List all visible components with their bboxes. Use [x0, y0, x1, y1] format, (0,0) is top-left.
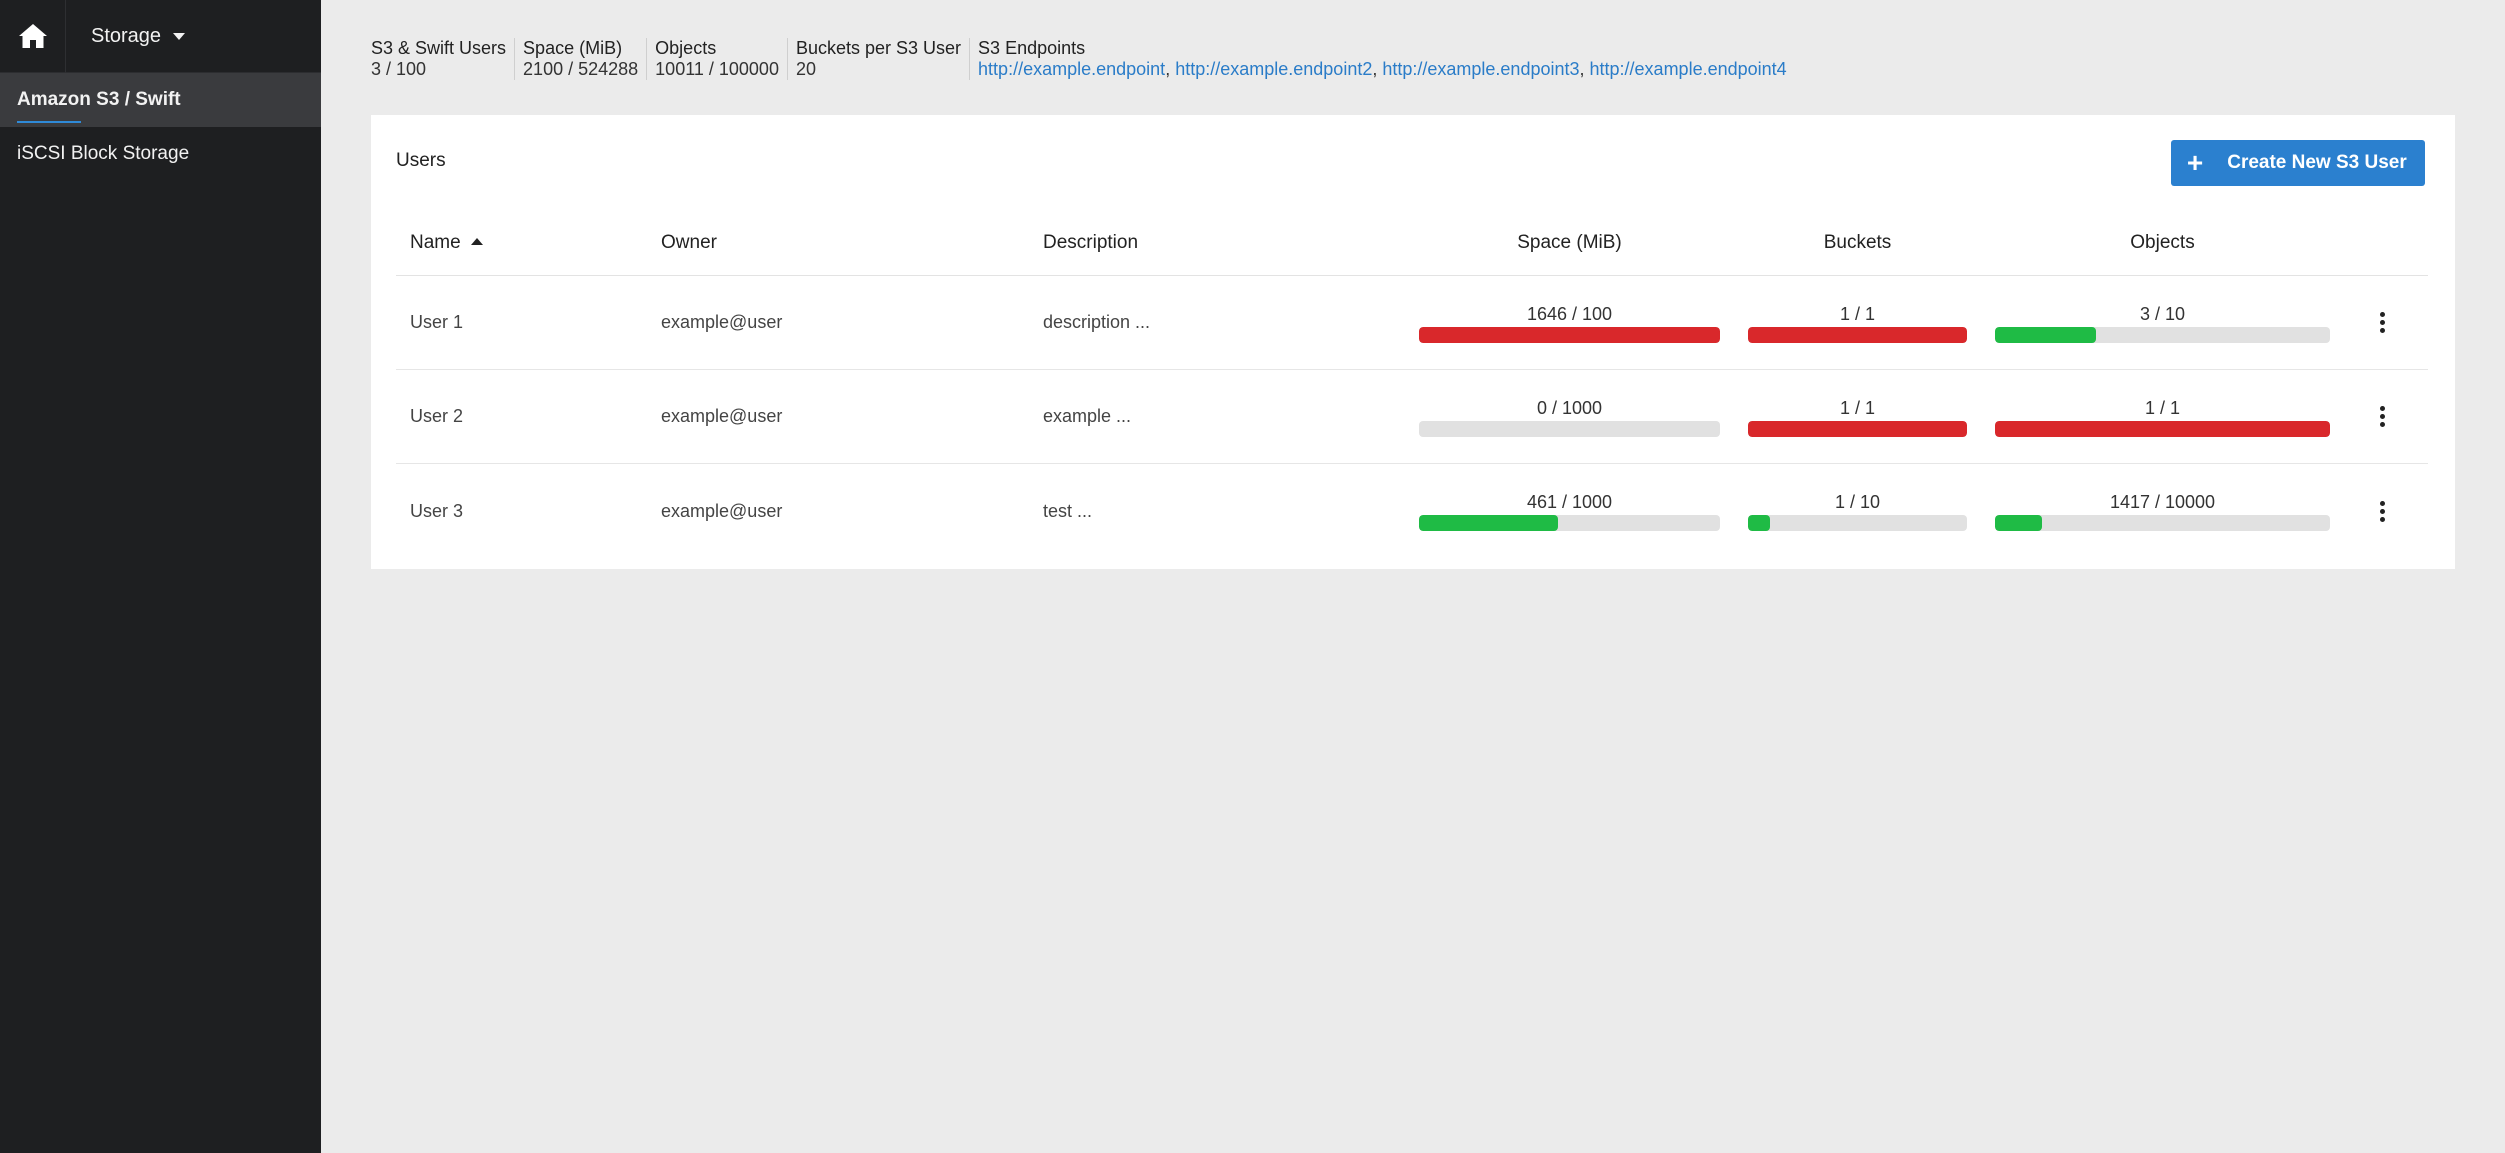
- stat-buckets-per-user: Buckets per S3 User 20: [786, 38, 969, 80]
- table-header: Name Owner Description Space (MiB) Bucke…: [396, 210, 2428, 276]
- endpoint-link[interactable]: http://example.endpoint3: [1382, 59, 1579, 79]
- stat-value: 2100 / 524288: [523, 59, 639, 79]
- usage-bar: [1419, 515, 1720, 531]
- cell-owner: example@user: [661, 406, 783, 426]
- endpoint-link[interactable]: http://example.endpoint2: [1175, 59, 1372, 79]
- endpoint-link[interactable]: http://example.endpoint4: [1590, 59, 1787, 79]
- stat-label: Space (MiB): [523, 38, 623, 58]
- usage-bar: [1748, 420, 1967, 437]
- users-table: Name Owner Description Space (MiB) Bucke…: [396, 210, 2428, 558]
- space-meter: 1646 / 100: [1419, 303, 1720, 343]
- row-actions-menu-icon[interactable]: [2372, 308, 2393, 337]
- create-s3-user-label: Create New S3 User: [2227, 152, 2407, 173]
- meter-label: 1 / 10: [1834, 492, 1881, 512]
- usage-bar-fill: [1748, 515, 1770, 531]
- table-row[interactable]: User 1 example@user description ... 1646…: [396, 276, 2428, 370]
- meter-label: 1417 / 10000: [2109, 492, 2216, 512]
- cell-name: User 3: [410, 500, 464, 521]
- objects-meter: 1417 / 10000: [1995, 491, 2330, 531]
- buckets-meter: 1 / 10: [1748, 491, 1967, 531]
- usage-bar: [1995, 326, 2330, 343]
- space-meter: 0 / 1000: [1419, 397, 1720, 437]
- usage-bar: [1748, 515, 1967, 531]
- usage-bar: [1419, 420, 1720, 437]
- usage-bar-fill: [1419, 326, 1720, 343]
- users-card: Users + Create New S3 User Name Owner De…: [371, 115, 2455, 569]
- endpoint-link[interactable]: http://example.endpoint: [978, 59, 1165, 79]
- meter-label: 0 / 1000: [1536, 397, 1603, 418]
- meter-label: 1 / 1: [1839, 303, 1876, 324]
- stat-value: 20: [795, 59, 816, 79]
- chevron-down-icon: [173, 32, 186, 40]
- row-actions-menu-icon[interactable]: [2372, 402, 2393, 431]
- objects-meter: 3 / 10: [1995, 303, 2330, 343]
- plus-icon: +: [2186, 147, 2204, 178]
- space-meter: 461 / 1000: [1419, 491, 1720, 531]
- meter-label: 1 / 1: [2144, 397, 2181, 418]
- buckets-meter: 1 / 1: [1748, 397, 1967, 437]
- card-title: Users: [396, 150, 446, 171]
- column-header-objects: Objects: [2130, 231, 2195, 253]
- home-icon: [18, 24, 47, 48]
- sidebar-item-label: Amazon S3 / Swift: [17, 89, 181, 110]
- cell-owner: example@user: [661, 312, 783, 332]
- cell-description: test ...: [1043, 500, 1093, 521]
- endpoint-links: http://example.endpoint, http://example.…: [978, 59, 1787, 79]
- meter-label: 1 / 1: [1839, 397, 1876, 418]
- usage-bar: [1419, 326, 1720, 343]
- cell-description: example ...: [1043, 406, 1132, 426]
- stat-space: Space (MiB) 2100 / 524288: [514, 38, 646, 80]
- sidebar-item-label: iSCSI Block Storage: [17, 143, 190, 164]
- cell-name: User 2: [410, 406, 464, 426]
- usage-bar-fill: [1995, 515, 2043, 531]
- sidebar-item-iscsi-block-storage[interactable]: iSCSI Block Storage: [0, 127, 321, 181]
- stat-label: Objects: [655, 38, 717, 58]
- usage-bar-fill: [1995, 420, 2330, 437]
- cell-name: User 1: [410, 312, 464, 332]
- stat-label: S3 Endpoints: [978, 38, 1086, 58]
- table-row[interactable]: User 2 example@user example ... 0 / 1000…: [396, 370, 2428, 464]
- usage-bar-fill: [1419, 515, 1558, 531]
- storage-dropdown-label: Storage: [91, 24, 162, 47]
- usage-bar-fill: [1748, 420, 1967, 437]
- table-row[interactable]: User 3 example@user test ... 461 / 1000 …: [396, 464, 2428, 558]
- column-header-buckets: Buckets: [1823, 231, 1892, 253]
- usage-bar: [1995, 420, 2330, 437]
- column-header-label: Name: [410, 231, 461, 253]
- stat-value: 10011 / 100000: [655, 59, 779, 79]
- stat-users: S3 & Swift Users 3 / 100: [371, 38, 514, 80]
- home-button[interactable]: [0, 0, 66, 73]
- column-header-owner: Owner: [661, 231, 717, 253]
- sort-ascending-icon: [470, 237, 483, 245]
- sidebar: Storage Amazon S3 / Swift iSCSI Block St…: [0, 0, 321, 1153]
- meter-label: 1646 / 100: [1526, 303, 1613, 324]
- usage-bar: [1995, 515, 2330, 531]
- storage-dropdown[interactable]: Storage: [66, 24, 186, 48]
- objects-meter: 1 / 1: [1995, 397, 2330, 437]
- column-header-description: Description: [1043, 231, 1139, 253]
- stat-label: Buckets per S3 User: [795, 38, 962, 58]
- stat-label: S3 & Swift Users: [371, 38, 507, 58]
- stat-objects: Objects 10011 / 100000: [646, 38, 787, 80]
- column-header-space: Space (MiB): [1517, 231, 1622, 253]
- buckets-meter: 1 / 1: [1748, 303, 1967, 343]
- sidebar-item-amazon-s3-swift[interactable]: Amazon S3 / Swift: [0, 73, 321, 127]
- sidebar-topbar: Storage: [0, 0, 321, 73]
- storage-stats: S3 & Swift Users 3 / 100 Space (MiB) 210…: [371, 38, 1795, 80]
- column-header-name[interactable]: Name: [396, 232, 661, 254]
- row-actions-menu-icon[interactable]: [2372, 497, 2393, 526]
- create-s3-user-button[interactable]: + Create New S3 User: [2171, 140, 2425, 186]
- usage-bar-fill: [1995, 326, 2096, 343]
- usage-bar-fill: [1748, 326, 1967, 343]
- stat-value: 3 / 100: [371, 59, 427, 79]
- cell-description: description ...: [1043, 312, 1151, 332]
- meter-label: 461 / 1000: [1526, 492, 1613, 512]
- usage-bar: [1748, 326, 1967, 343]
- cell-owner: example@user: [661, 500, 783, 521]
- stat-s3-endpoints: S3 Endpoints http://example.endpoint, ht…: [969, 38, 1795, 80]
- meter-label: 3 / 10: [2139, 303, 2186, 324]
